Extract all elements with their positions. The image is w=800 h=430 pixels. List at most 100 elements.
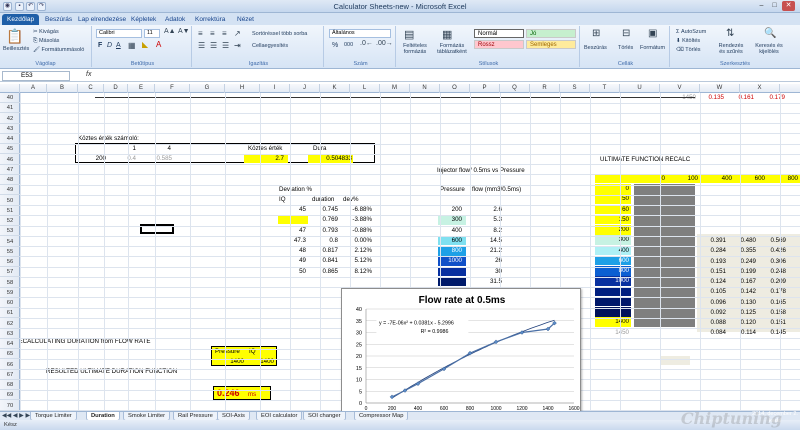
col-header-d[interactable]: D: [104, 84, 128, 93]
col-header-k[interactable]: K: [320, 84, 350, 93]
clear-button[interactable]: ⌫ Törlés: [676, 47, 701, 53]
deviation-duration[interactable]: 0.769: [310, 215, 338, 224]
ultimate-value[interactable]: 0.391: [700, 236, 726, 245]
row-header-54[interactable]: 54: [0, 237, 20, 247]
style-bad[interactable]: Rossz: [474, 40, 524, 49]
injector-flow[interactable]: 8.2: [470, 226, 502, 235]
tab-review[interactable]: Korrektúra: [190, 14, 230, 25]
col-header-w[interactable]: W: [700, 84, 740, 93]
row-header-50[interactable]: 50: [0, 196, 20, 206]
col-header-g[interactable]: G: [190, 84, 225, 93]
injector-pressure[interactable]: 600: [438, 236, 462, 245]
orientation-icon[interactable]: ↗: [234, 29, 241, 38]
tab-insert[interactable]: Beszúrás: [40, 14, 77, 25]
row-header-53[interactable]: 53: [0, 226, 20, 237]
deviation-dev[interactable]: -6.88%: [342, 205, 372, 214]
style-good[interactable]: Jó: [526, 29, 576, 38]
ultimate-header-cell[interactable]: 0: [645, 174, 665, 183]
row-header-58[interactable]: 58: [0, 278, 20, 288]
percent-button[interactable]: %: [332, 42, 338, 49]
deviation-iq[interactable]: 50: [278, 267, 306, 276]
ultimate-value[interactable]: 0.158: [760, 308, 786, 317]
ultimate-value[interactable]: 0.569: [760, 236, 786, 245]
injector-pressure[interactable]: 400: [438, 226, 462, 235]
injector-col-pressure[interactable]: Pressure: [440, 185, 465, 194]
deviation-duration[interactable]: 0.745: [310, 205, 338, 214]
col-header-h[interactable]: H: [225, 84, 260, 93]
ultimate-value[interactable]: 0.193: [700, 257, 726, 266]
col-header-i[interactable]: I: [260, 84, 290, 93]
injector-pressure[interactable]: 300: [438, 215, 462, 224]
font-color-icon[interactable]: A: [156, 40, 161, 49]
copy-button[interactable]: ⎘ Másolás: [33, 38, 59, 45]
col-header-s[interactable]: S: [560, 84, 590, 93]
delete-cells-icon[interactable]: ⊟: [622, 28, 630, 39]
ultimate-value[interactable]: 0.145: [760, 328, 786, 337]
align-center-icon[interactable]: ☰: [210, 41, 217, 50]
row-header-64[interactable]: 64: [0, 339, 20, 349]
insert-function-icon[interactable]: fx: [86, 71, 91, 78]
injector-flow[interactable]: 5.3: [470, 215, 502, 224]
koztes-d-header[interactable]: 1: [116, 144, 136, 153]
row-header-65[interactable]: 65: [0, 349, 20, 360]
injector-pressure[interactable]: 1000: [438, 256, 462, 265]
align-middle-icon[interactable]: ≡: [210, 29, 215, 38]
ultimate-value[interactable]: 0.088: [700, 318, 726, 327]
find-select-button[interactable]: Keresés és kijelölés: [752, 43, 786, 55]
decrease-decimal-icon[interactable]: .00→: [376, 40, 393, 47]
ultimate-value[interactable]: 0.120: [730, 318, 756, 327]
ultimate-value[interactable]: 0.084: [700, 328, 726, 337]
deviation-dev[interactable]: 8.12%: [342, 267, 372, 276]
paste-button[interactable]: Beillesztés: [3, 46, 29, 52]
find-select-icon[interactable]: 🔍: [764, 28, 776, 39]
underline-button[interactable]: A: [116, 42, 121, 49]
koztes-e-header[interactable]: 4: [151, 144, 171, 153]
ultimate-value[interactable]: 0.142: [730, 287, 756, 296]
ultimate-value[interactable]: 0.426: [760, 246, 786, 255]
deviation-iq[interactable]: 47.3: [278, 236, 306, 245]
bold-button[interactable]: F: [98, 42, 102, 49]
col-header-x[interactable]: X: [740, 84, 780, 93]
row-header-45[interactable]: 45: [0, 144, 20, 155]
col-header-u[interactable]: U: [620, 84, 660, 93]
wrap-text-button[interactable]: Sortöréssel több sorba: [252, 31, 307, 37]
align-top-icon[interactable]: ≡: [198, 29, 203, 38]
deviation-col-iq[interactable]: IQ: [279, 195, 286, 204]
row-header-61[interactable]: 61: [0, 308, 20, 319]
ultimate-value[interactable]: 0.178: [760, 287, 786, 296]
row-header-59[interactable]: 59: [0, 288, 20, 298]
col-header-l[interactable]: L: [350, 84, 380, 93]
ultimate-value[interactable]: 0.125: [730, 308, 756, 317]
paste-icon[interactable]: 📋: [6, 28, 23, 45]
name-box[interactable]: E53: [2, 71, 70, 81]
col-header-r[interactable]: R: [530, 84, 560, 93]
cell-w40[interactable]: 0.161: [728, 93, 754, 102]
row-header-52[interactable]: 52: [0, 216, 20, 226]
injector-pressure[interactable]: [438, 277, 462, 286]
style-neutral[interactable]: Semleges: [526, 40, 576, 49]
col-header-e[interactable]: E: [128, 84, 155, 93]
deviation-iq[interactable]: 45: [278, 205, 306, 214]
deviation-dev[interactable]: 0.00%: [342, 236, 372, 245]
row-header-49[interactable]: 49: [0, 185, 20, 196]
font-size-select[interactable]: 11: [144, 29, 160, 38]
style-normal[interactable]: Normál: [474, 29, 524, 38]
cell-x40[interactable]: 0.179: [759, 93, 785, 102]
ultimate-value[interactable]: 0.199: [730, 267, 756, 276]
conditional-format-button[interactable]: Feltételes formázás: [400, 43, 430, 55]
injector-pressure[interactable]: 800: [438, 246, 462, 255]
injector-pressure[interactable]: 200: [438, 205, 462, 214]
col-header-b[interactable]: B: [47, 84, 78, 93]
insert-cells-icon[interactable]: ⊞: [592, 28, 600, 39]
row-header-69[interactable]: 69: [0, 390, 20, 401]
ultimate-value[interactable]: 0.209: [760, 277, 786, 286]
ultimate-header-cell[interactable]: 600: [745, 174, 765, 183]
ultimate-value[interactable]: 0.096: [700, 298, 726, 307]
col-header-v[interactable]: V: [660, 84, 700, 93]
row-header-44[interactable]: 44: [0, 134, 20, 144]
deviation-iq[interactable]: 47: [278, 226, 306, 235]
koztes-d-value[interactable]: 0.4: [116, 154, 136, 163]
fill-button[interactable]: ⬇ Kitöltés: [676, 38, 700, 44]
row-header-46[interactable]: 46: [0, 155, 20, 165]
row-header-57[interactable]: 57: [0, 267, 20, 278]
